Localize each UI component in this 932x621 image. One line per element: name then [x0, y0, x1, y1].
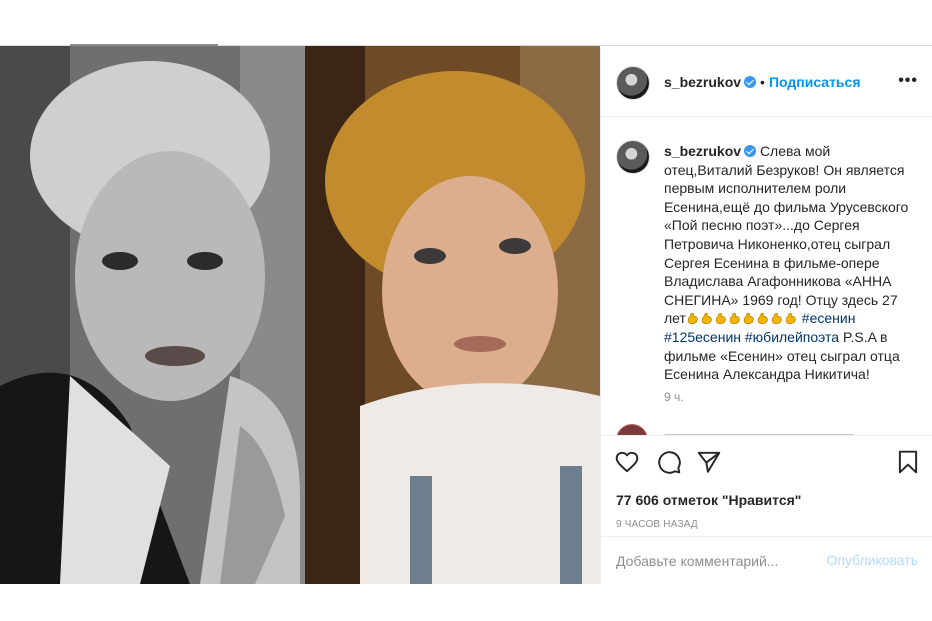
flexed-biceps-icon	[687, 313, 698, 325]
hashtag-link[interactable]: #125есенин	[664, 329, 741, 345]
flexed-biceps-icon	[729, 313, 740, 325]
post-actions: 77 606 отметок "Нравится" 9 ЧАСОВ НАЗАД …	[600, 435, 932, 576]
flexed-biceps-icon	[743, 313, 754, 325]
post-photo[interactable]	[0, 46, 600, 584]
post-photo-collage	[0, 46, 600, 584]
more-options-icon[interactable]: •••	[898, 72, 918, 90]
follow-button[interactable]: Подписаться	[769, 74, 861, 90]
post-header: s_bezrukov • Подписаться •••	[600, 46, 932, 117]
comment-input[interactable]	[616, 551, 816, 571]
flexed-biceps-icon	[757, 313, 768, 325]
comment-icon[interactable]	[656, 449, 682, 475]
header-meta: s_bezrukov • Подписаться	[664, 74, 861, 90]
post-caption: s_bezrukov Слева мой отец,Виталий Безрук…	[664, 142, 914, 384]
author-username[interactable]: s_bezrukov	[664, 74, 741, 90]
paper-plane-icon[interactable]	[696, 449, 722, 475]
author-avatar[interactable]	[616, 66, 650, 100]
caption-username[interactable]: s_bezrukov	[664, 143, 741, 159]
hashtag-link[interactable]: #есенин	[802, 310, 856, 326]
photo-left-bw	[0, 46, 305, 584]
bookmark-icon[interactable]	[895, 449, 921, 475]
comments-section: s_bezrukov Слева мой отец,Виталий Безрук…	[600, 117, 932, 435]
post-timestamp[interactable]: 9 ЧАСОВ НАЗАД	[616, 519, 698, 530]
caption-time[interactable]: 9 ч.	[664, 390, 684, 404]
caption-text: Слева мой отец,Виталий Безруков! Он явля…	[664, 143, 909, 327]
hashtag-link[interactable]: #юбилейпоэта	[745, 329, 839, 345]
flexed-biceps-icon	[701, 313, 712, 325]
verified-badge-icon	[744, 145, 757, 157]
publish-button[interactable]: Опубликовать	[826, 552, 918, 568]
flexed-biceps-icon	[771, 313, 782, 325]
photo-right-color	[305, 46, 600, 584]
flexed-biceps-icons	[686, 310, 798, 326]
caption-author-avatar[interactable]	[616, 140, 650, 174]
flexed-biceps-icon	[785, 313, 796, 325]
post-side-panel: s_bezrukov • Подписаться ••• s_bezrukov Сл…	[600, 46, 932, 584]
likes-count[interactable]: 77 606 отметок "Нравится"	[616, 492, 801, 508]
heart-icon[interactable]	[614, 449, 640, 475]
flexed-biceps-icon	[715, 313, 726, 325]
commenter-avatar[interactable]	[616, 424, 648, 435]
verified-badge-icon	[744, 76, 757, 88]
header-separator: •	[760, 74, 765, 90]
add-comment-bar: Опубликовать	[600, 536, 932, 585]
